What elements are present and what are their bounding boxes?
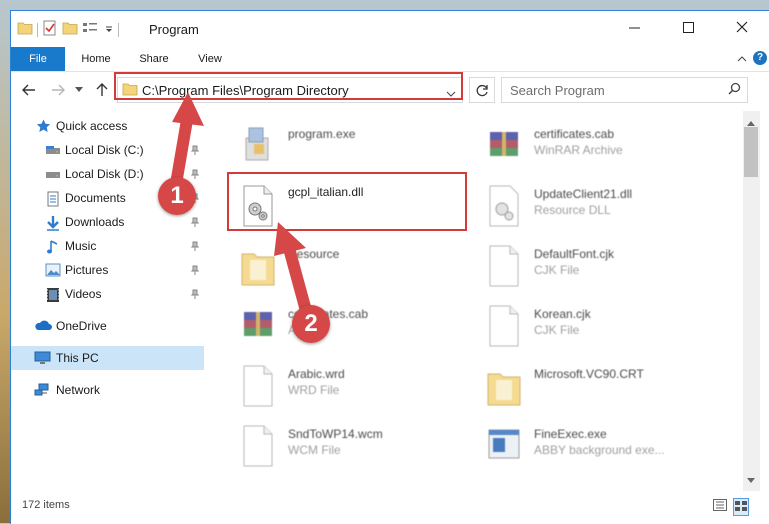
quick-access-toolbar <box>17 20 119 39</box>
help-icon[interactable]: ? <box>753 51 767 65</box>
file-item[interactable]: SndToWP14.wcm WCM File <box>218 419 458 475</box>
file-item[interactable]: Arabic.wrd WRD File <box>218 359 458 415</box>
view-options-icon[interactable] <box>82 21 100 38</box>
star-icon <box>36 119 52 133</box>
pin-icon[interactable] <box>190 288 200 302</box>
search-input[interactable] <box>508 81 717 99</box>
dll-icon <box>486 184 522 228</box>
file-item[interactable]: UpdateClient21.dll Resource DLL <box>464 179 704 235</box>
file-item[interactable]: Resource <box>218 239 458 295</box>
navigation-pane: Quick access Local Disk (C:) Local Disk … <box>11 111 206 491</box>
scrollbar-thumb[interactable] <box>744 127 758 177</box>
details-view-icon[interactable] <box>713 499 727 514</box>
ribbon-expand-icon[interactable] <box>737 53 747 67</box>
ribbon-tabs: File Home Share View ? <box>11 47 769 72</box>
file-item[interactable]: certificates.cab Archive <box>218 299 458 355</box>
large-icons-view-icon[interactable] <box>733 498 749 516</box>
pin-icon[interactable] <box>190 144 200 158</box>
archive-icon <box>240 304 276 348</box>
sidebar-item-network[interactable]: Network <box>11 378 204 402</box>
archive-icon <box>486 124 522 168</box>
tab-home[interactable]: Home <box>73 47 119 71</box>
computer-icon <box>34 351 51 365</box>
toolbar-separator <box>37 22 38 37</box>
properties-icon[interactable] <box>42 20 58 39</box>
file-item[interactable]: certificates.cab WinRAR Archive <box>464 119 704 175</box>
sidebar-item-pictures[interactable]: Pictures <box>11 258 204 282</box>
maximize-button[interactable] <box>665 11 711 43</box>
toolbar-separator <box>118 22 119 37</box>
item-count: 172 items <box>22 499 70 511</box>
sidebar-item-downloads[interactable]: Downloads <box>11 210 204 234</box>
tab-file[interactable]: File <box>11 47 65 71</box>
explorer-window: Program File Home Share View ? C:\Progra… <box>10 10 769 524</box>
sidebar-item-local-disk-d[interactable]: Local Disk (D:) <box>11 162 204 186</box>
exe-icon <box>240 124 276 168</box>
address-path: C:\Program Files\Program Directory <box>142 83 349 98</box>
music-icon <box>45 239 61 254</box>
window-title: Program <box>149 22 199 37</box>
file-list: program.exe certificates.cab WinRAR Arch… <box>208 111 742 491</box>
address-bar[interactable]: C:\Program Files\Program Directory <box>117 77 463 103</box>
scroll-down-icon[interactable] <box>747 473 755 487</box>
recent-locations-button[interactable] <box>73 81 85 99</box>
tab-view[interactable]: View <box>187 47 233 71</box>
vertical-scrollbar[interactable] <box>743 111 760 491</box>
sidebar-item-this-pc[interactable]: This PC <box>11 346 204 370</box>
folder-icon <box>17 21 33 38</box>
pin-icon[interactable] <box>190 192 200 206</box>
downloads-icon <box>45 215 61 231</box>
folder-icon <box>486 364 522 408</box>
new-folder-icon[interactable] <box>62 21 78 38</box>
folder-icon <box>240 244 276 288</box>
minimize-button[interactable] <box>611 11 657 43</box>
file-item[interactable]: Korean.cjk CJK File <box>464 299 704 355</box>
file-item-selected[interactable]: gcpl_italian.dll <box>218 179 458 235</box>
videos-icon <box>45 287 61 302</box>
file-item[interactable]: DefaultFont.cjk CJK File <box>464 239 704 295</box>
document-icon <box>486 304 522 348</box>
title-bar: Program <box>11 11 769 47</box>
customize-toolbar-icon[interactable] <box>104 23 114 37</box>
document-icon <box>240 364 276 408</box>
pin-icon[interactable] <box>190 216 200 230</box>
search-box[interactable] <box>501 77 748 103</box>
file-item[interactable]: Microsoft.VC90.CRT <box>464 359 704 415</box>
document-icon <box>240 424 276 468</box>
search-icon[interactable] <box>728 82 741 98</box>
sidebar-item-documents[interactable]: Documents <box>11 186 204 210</box>
document-icon <box>486 244 522 288</box>
folder-icon <box>122 82 138 99</box>
forward-button[interactable] <box>49 81 67 99</box>
network-icon <box>34 383 50 397</box>
address-row: C:\Program Files\Program Directory <box>11 72 769 108</box>
refresh-button[interactable] <box>469 77 495 103</box>
documents-icon <box>45 191 61 207</box>
sidebar-item-music[interactable]: Music <box>11 234 204 258</box>
pin-icon[interactable] <box>190 264 200 278</box>
file-item[interactable]: FineExec.exe ABBY background exe... <box>464 419 704 475</box>
drive-icon <box>45 167 61 181</box>
up-button[interactable] <box>93 81 111 99</box>
pictures-icon <box>45 263 61 277</box>
sidebar-item-onedrive[interactable]: OneDrive <box>11 314 204 338</box>
status-bar: 172 items <box>11 493 769 517</box>
application-icon <box>486 424 522 468</box>
pin-icon[interactable] <box>190 168 200 182</box>
drive-icon <box>45 143 61 157</box>
close-button[interactable] <box>719 11 765 43</box>
back-button[interactable] <box>20 81 38 99</box>
chevron-down-icon[interactable] <box>446 86 456 100</box>
dll-gear-icon <box>240 184 276 228</box>
cloud-icon <box>34 319 52 333</box>
pin-icon[interactable] <box>190 240 200 254</box>
sidebar-item-local-disk-c[interactable]: Local Disk (C:) <box>11 138 204 162</box>
tab-share[interactable]: Share <box>131 47 177 71</box>
sidebar-item-videos[interactable]: Videos <box>11 282 204 306</box>
sidebar-item-quick-access[interactable]: Quick access <box>11 114 204 138</box>
file-item[interactable]: program.exe <box>218 119 458 175</box>
